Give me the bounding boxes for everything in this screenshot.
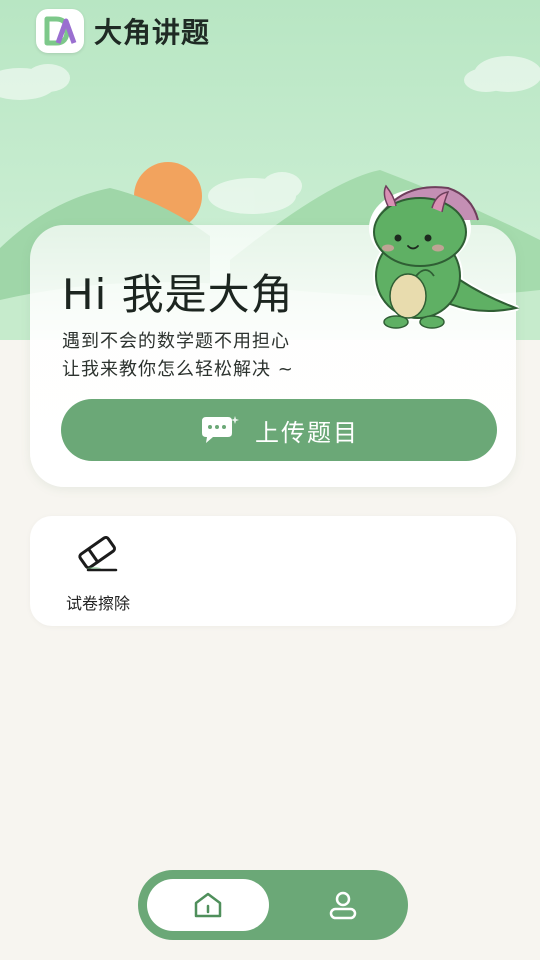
upload-question-button[interactable]: 上传题目 [61,399,497,461]
greeting-subtitle-line2: 让我来教你怎么轻松解决 ~ [62,359,294,380]
screen: 大角讲题 Hi 我是大角 遇到不会的数学题不用担心 让我来教你怎么轻松解决 ~ … [0,0,540,960]
dinosaur-mascot [369,184,520,329]
bottom-nav [138,870,408,940]
chat-bubble-icon [202,416,239,443]
upload-question-label: 上传题目 [255,418,359,447]
profile-icon [329,891,357,920]
app-logo-icon [36,9,84,53]
greeting-subtitle-line1: 遇到不会的数学题不用担心 [62,331,290,352]
nav-profile-tab[interactable] [288,879,398,931]
home-icon [194,892,222,918]
greeting-title: Hi 我是大角 [62,270,294,319]
eraser-icon [78,535,118,572]
exam-eraser-label: 试卷擦除 [65,594,130,613]
app-header: 大角讲题 [36,8,210,54]
tools-card: 试卷擦除 [30,516,516,626]
app-title: 大角讲题 [94,16,211,49]
exam-eraser-tool[interactable]: 试卷擦除 [52,530,144,616]
nav-home-tab[interactable] [147,879,269,931]
